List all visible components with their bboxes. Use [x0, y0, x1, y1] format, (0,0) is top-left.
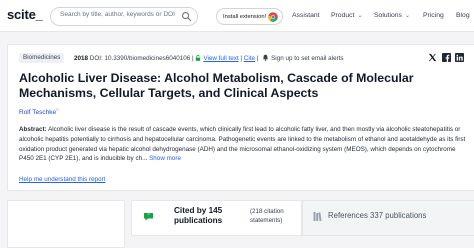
cite-link[interactable]: Cite [244, 55, 255, 62]
top-navigation-bar: scite_ Install extension! Assistant Prod… [0, 0, 474, 32]
references-count: References 337 publications [328, 211, 427, 220]
chrome-icon [268, 12, 278, 22]
linkedin-icon[interactable] [455, 53, 464, 62]
doi-text: DOI: 10.3390/biomedicines6040106 [89, 55, 191, 62]
journal-badge[interactable]: Biomedicines [19, 53, 65, 63]
author-name[interactable]: Rolf Teschke○ [19, 107, 59, 116]
help-understand-link[interactable]: Help me understand this report [19, 176, 105, 183]
quote-icon: “ [144, 213, 153, 221]
cited-by-count: Cited by 145 publications [174, 206, 223, 225]
twitter-icon[interactable] [428, 53, 437, 62]
bookshelf-icon [313, 212, 322, 222]
citation-statements-count: (218 citation statements) [250, 208, 284, 224]
bell-icon [262, 54, 269, 61]
nav-pricing[interactable]: Pricing [423, 12, 444, 19]
search-icon[interactable] [181, 11, 192, 22]
nav-blog[interactable]: Blog [456, 12, 470, 19]
publication-year: 2018 [74, 55, 89, 62]
nav-solutions[interactable]: Solutions ⌄ [374, 12, 410, 19]
facebook-icon[interactable] [442, 53, 451, 62]
chevron-down-icon: ⌄ [404, 13, 410, 19]
abstract-text: Alcoholic liver disease is the result of… [19, 126, 466, 163]
abstract-label: Abstract: [19, 126, 47, 133]
lock-icon [196, 55, 201, 61]
nav-assistant[interactable]: Assistant [292, 12, 320, 19]
author-name-text: Rolf Teschke [19, 109, 57, 117]
nav-pricing-label: Pricing [423, 12, 444, 19]
nav-blog-label: Blog [456, 12, 470, 19]
nav-assistant-label: Assistant [292, 12, 320, 19]
left-panel [7, 200, 125, 248]
install-extension-button[interactable]: Install extension! [216, 8, 283, 25]
author-superscript: ○ [56, 107, 59, 112]
scite-logo[interactable]: scite_ [7, 7, 43, 22]
chevron-down-icon: ⌄ [357, 13, 363, 19]
nav-product[interactable]: Product ⌄ [331, 12, 362, 19]
cited-by-tab[interactable]: “ Cited by 145 publications (218 citatio… [131, 200, 302, 236]
search-box[interactable] [50, 7, 198, 26]
nav-solutions-label: Solutions [374, 12, 402, 19]
install-extension-label: Install extension! [223, 13, 267, 20]
article-card: Biomedicines 2018 DOI: 10.3390/biomedici… [7, 44, 474, 191]
view-full-text-link[interactable]: View full text [203, 55, 238, 62]
nav-product-label: Product [331, 12, 355, 19]
references-tab[interactable]: References 337 publications [302, 200, 474, 236]
search-input[interactable] [60, 11, 180, 18]
svg-text:“: “ [147, 214, 150, 220]
email-alerts-link[interactable]: Sign up to set email alerts [271, 55, 343, 62]
article-title: Alcoholic Liver Disease: Alcohol Metabol… [19, 71, 414, 100]
abstract: Abstract: Alcoholic liver disease is the… [19, 125, 467, 164]
show-more-link[interactable]: Show more [149, 155, 181, 162]
article-meta: 2018 DOI: 10.3390/biomedicines6040106 | … [74, 54, 344, 62]
